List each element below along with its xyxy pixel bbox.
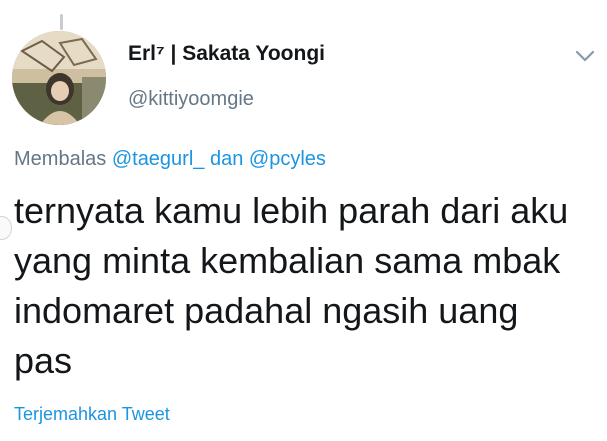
scroll-edge-indicator xyxy=(0,216,12,240)
author-handle[interactable]: @kittiyoomgie xyxy=(128,88,254,111)
user-avatar[interactable] xyxy=(12,31,106,125)
reply-prefix: Membalas xyxy=(14,148,107,170)
tweet-body-text: ternyata kamu lebih parah dari aku yang … xyxy=(14,190,569,381)
tweet-card: Erl⁷ | Sakata Yoongi @kittiyoomgie Memba… xyxy=(0,0,607,441)
translate-tweet-link[interactable]: Terjemahkan Tweet xyxy=(14,404,170,425)
reply-mention-taegurl[interactable]: @taegurl_ xyxy=(112,148,205,170)
avatar-photo-icon xyxy=(12,31,106,125)
author-display-name[interactable]: Erl⁷ | Sakata Yoongi xyxy=(128,42,325,66)
chevron-down-icon xyxy=(575,50,595,62)
more-options-button[interactable] xyxy=(574,48,596,64)
reply-context: Membalas @taegurl_ dan @pcyles xyxy=(14,148,326,171)
thread-connector-line xyxy=(60,14,63,30)
reply-conjunction: dan xyxy=(209,148,244,170)
reply-mention-pcyles[interactable]: @pcyles xyxy=(249,148,326,170)
